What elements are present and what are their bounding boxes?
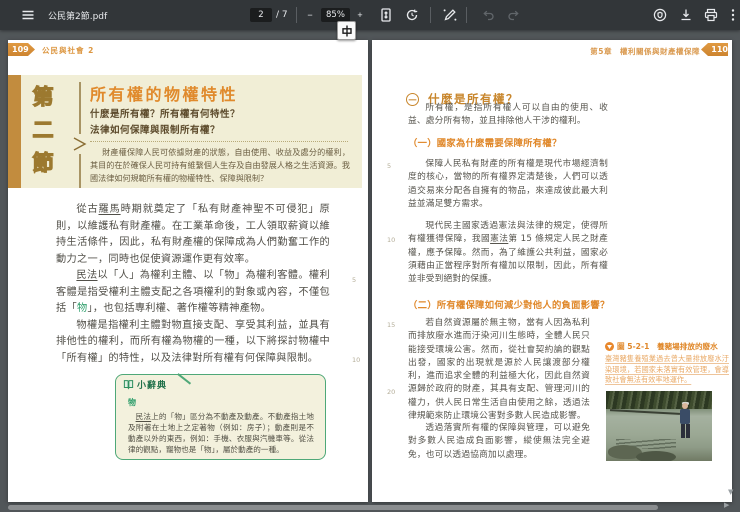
dictionary-title: 小辭典	[137, 381, 168, 391]
body-paragraph: 若自然資源屬於無主物，當有人因為私利而排放廢水進而汙染河川生態時，全體人民只能接…	[408, 318, 590, 422]
redo-button[interactable]	[502, 0, 526, 30]
badge-icon	[652, 7, 668, 23]
figure-photo-wastewater	[606, 391, 712, 461]
margin-line-number: 10	[387, 236, 396, 244]
dictionary-box: 小辭典 物 民法上的「物」區分為不動產及動產。不動產指土地及附著在土地上之定著物…	[115, 373, 326, 460]
section-divider-line	[72, 82, 88, 188]
margin-line-number: 15	[387, 321, 396, 329]
down-arrow-icon	[605, 342, 614, 351]
figure-caption-row: 圖 5-2-1 養豬場排放的廢水	[605, 341, 731, 352]
pdf-page-right: 第5章 權利關係與財產權保障 110 一 什麼是所有權？ 所有權，是指所有權人可…	[372, 40, 732, 502]
figure-caption: 圖 5-2-1 養豬場排放的廢水	[617, 342, 718, 351]
page-count-label: / 7	[276, 10, 288, 20]
dictionary-body: 民法上的「物」區分為不動產及動產。不動產指土地及附著在土地上之定著物（例如：房子…	[128, 412, 315, 454]
download-icon	[678, 7, 694, 23]
dictionary-header: 小辭典	[123, 378, 167, 391]
zoom-out-button[interactable]: −	[301, 0, 319, 30]
pdf-page-left: 109 公民與社會 2 第 二 節 所有權的物權特性 什麼是所有權？所有權有何特…	[8, 40, 368, 502]
pan-cursor-overlay	[337, 21, 356, 40]
toolbar-divider	[296, 7, 297, 23]
margin-line-number: 10	[352, 356, 361, 364]
body-paragraph: 所有權，是指所有權人可以自由的使用、收益、處分所有物，並且排除他人干涉的權利。	[408, 103, 608, 127]
body-text-column: 從古羅馬時期就奠定了「私有財產神聖不可侵犯」原則，以維護私有財產權。在工業革命後…	[56, 202, 330, 367]
document-title: 公民第2節.pdf	[48, 11, 108, 22]
section-question-1: 什麼是所有權？所有權有何特性？	[90, 109, 241, 120]
section-band	[8, 75, 21, 188]
dictionary-tab-edge	[177, 373, 192, 385]
section-number-vertical: 第 二 節	[25, 81, 61, 180]
print-button[interactable]	[699, 0, 723, 30]
horizontal-scrollbar-thumb[interactable]	[8, 505, 658, 510]
body-paragraph: 現代民主國家透過憲法與法律的規定，使得所有權獲得保障，我國憲法第 15 條規定人…	[408, 221, 608, 285]
print-icon	[703, 7, 719, 23]
undo-button[interactable]	[476, 0, 500, 30]
section-char: 第	[32, 84, 54, 109]
subsection-heading: （一）國家為什麼需要保障所有權？	[408, 138, 562, 149]
body-paragraph: 物權是指權利主體對物直接支配、享受其利益，並具有排他性的權利，而所有權為物權的一…	[56, 319, 330, 364]
section-char: 二	[32, 117, 54, 142]
kebab-menu-icon	[725, 7, 740, 23]
menu-button[interactable]	[16, 0, 40, 30]
book-title-label: 公民與社會 2	[42, 46, 95, 55]
pen-icon	[442, 7, 458, 23]
pdf-viewer-window: { "toolbar": { "filename": "公民第2節.pdf", …	[0, 0, 740, 512]
undo-icon	[480, 7, 496, 23]
intro-paragraph: 財產權保障人民可依據財產的狀態，自由使用、收益及處分的權利，其目的在於確保人民可…	[90, 147, 350, 183]
photo-rock	[636, 451, 676, 461]
body-paragraph: 從古羅馬時期就奠定了「私有財產神聖不可侵犯」原則，以維護私有財產權。在工業革命後…	[56, 204, 330, 265]
page-number-badge: 110	[701, 43, 728, 56]
scroll-down-arrow[interactable]: ▼	[728, 488, 733, 496]
body-paragraph: 民法以「人」為權利主體、以「物」為權利客體。權利客體是指受權利主體支配之各項權利…	[56, 270, 330, 314]
plus-icon: +	[357, 10, 363, 20]
margin-line-number: 5	[387, 162, 392, 170]
badge-button[interactable]	[648, 0, 672, 30]
chapter-header: 第5章 權利關係與財產權保障	[590, 47, 700, 56]
subsection-heading: （二）所有權保障如何減少對他人的負面影響？	[408, 300, 610, 311]
figure-note: 臺灣豬隻養殖業過去曾大量排放廢水汙染環境，若國家未落實有效管理，會導致社會無法有…	[605, 354, 729, 384]
rotate-ccw-icon	[404, 7, 420, 23]
rotate-button[interactable]	[400, 0, 424, 30]
body-paragraph: 保障人民私有財產的所有權是現代市場經濟制度的核心，當物的所有權界定清楚後，人們可…	[408, 159, 608, 209]
download-button[interactable]	[674, 0, 698, 30]
section-question-2: 法律如何保障與限制所有權？	[90, 125, 221, 136]
photo-pipe	[609, 409, 681, 415]
pdf-toolbar: 公民第2節.pdf 2 / 7 − 85% +	[0, 0, 740, 30]
margin-line-number: 20	[387, 388, 396, 396]
more-options-button[interactable]	[721, 0, 740, 30]
fit-page-button[interactable]	[374, 0, 398, 30]
zoom-level[interactable]: 85%	[321, 8, 350, 22]
fit-page-icon	[378, 7, 394, 23]
minus-icon: −	[307, 10, 313, 20]
redo-icon	[506, 7, 522, 23]
scroll-right-arrow[interactable]: ▶	[724, 501, 729, 509]
page-number-badge: 109	[8, 43, 35, 56]
page-number-input[interactable]: 2	[250, 8, 272, 22]
section-char: 節	[32, 150, 54, 175]
margin-line-number: 5	[352, 276, 357, 284]
hamburger-icon	[20, 7, 36, 23]
move-cursor-icon	[341, 25, 353, 37]
body-paragraph: 透過落實所有權的保障與管理，可以避免對多數人民造成負面影響，縱使無法完全避免，也…	[408, 423, 590, 460]
dotted-divider	[90, 141, 348, 142]
dictionary-term: 物	[128, 398, 136, 407]
toolbar-divider	[466, 7, 467, 23]
photo-person	[678, 402, 692, 443]
book-icon	[123, 379, 134, 390]
photo-vegetation	[606, 391, 712, 409]
toolbar-divider	[430, 7, 431, 23]
section-title: 所有權的物權特性	[90, 85, 239, 104]
annotate-button[interactable]	[438, 0, 462, 30]
